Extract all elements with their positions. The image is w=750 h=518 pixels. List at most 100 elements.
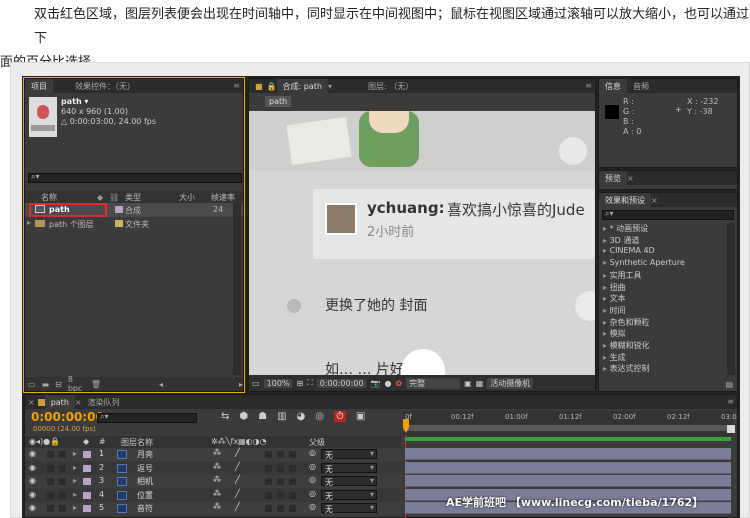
comp-breadcrumb[interactable]: path	[265, 96, 292, 107]
header-type[interactable]: 类型	[125, 192, 141, 203]
tab-audio[interactable]: 音频	[627, 79, 655, 93]
bpc-label[interactable]: 8 bpc	[68, 375, 85, 393]
project-item-path[interactable]: path 合成 24	[25, 203, 243, 217]
expand-arrow-icon[interactable]: ▸	[73, 490, 77, 499]
motion-blur-icon[interactable]: ◕	[297, 411, 306, 422]
hide-shy-icon[interactable]: ☗	[258, 411, 267, 422]
layer-duration-bar[interactable]	[405, 461, 731, 474]
comp-button-icon[interactable]	[727, 425, 735, 433]
solo-box[interactable]	[47, 505, 54, 512]
switch-box[interactable]	[265, 505, 272, 512]
effects-category-item[interactable]: ▸ 文本	[603, 293, 626, 304]
always-preview-icon[interactable]: ▭	[252, 379, 260, 388]
layer-row[interactable]: ◉ ▸ 1 月亮 ⁂ ╱ ◎ 无 ▾	[25, 448, 401, 461]
time-ruler[interactable]: 0f 00:12f 01:00f 01:12f 02:00f 02:12f 03:0	[403, 411, 737, 437]
close-icon[interactable]: ×	[627, 174, 634, 183]
layer-duration-bar[interactable]	[405, 448, 731, 460]
effects-category-item[interactable]: ▸ 生成	[603, 352, 626, 363]
trash-icon[interactable]: 🗑	[91, 380, 101, 389]
layer-row[interactable]: ◉ ▸ 2 返号 ⁂ ╱ ◎ 无 ▾	[25, 461, 401, 475]
quality-switch-icon[interactable]: ╱	[235, 448, 240, 457]
switch-box[interactable]	[289, 451, 296, 458]
work-area-bar[interactable]	[403, 425, 733, 431]
lock-box[interactable]	[59, 505, 66, 512]
grid-icon[interactable]: ⊞	[296, 379, 303, 388]
expand-arrow-icon[interactable]: ▸	[73, 449, 77, 458]
expand-arrow-icon[interactable]: ▸	[73, 503, 77, 512]
switch-box[interactable]	[277, 491, 284, 499]
tab-path[interactable]: path	[44, 395, 75, 409]
switch-box[interactable]	[289, 464, 296, 472]
color-channel-icon[interactable]: ✿	[395, 379, 402, 388]
scroll-right-icon[interactable]: ▸	[239, 380, 243, 389]
tab-composition[interactable]: 合成: path	[276, 79, 328, 93]
show-snapshot-icon[interactable]: ●	[384, 379, 391, 388]
new-folder-icon[interactable]: ▬	[42, 380, 50, 389]
effects-category-item[interactable]: ▸ Synthetic Aperture	[603, 258, 685, 269]
layer-label-swatch[interactable]	[83, 491, 91, 499]
panel-menu-icon[interactable]: ≡	[233, 81, 240, 90]
quality-switch-icon[interactable]: ╱	[235, 489, 240, 498]
panel-menu-icon[interactable]: ≡	[585, 81, 592, 90]
layer-label-swatch[interactable]	[83, 464, 91, 472]
pick-whip-icon[interactable]: ◎	[309, 489, 316, 498]
switch-box[interactable]	[277, 478, 284, 485]
visibility-eye-icon[interactable]: ◉	[29, 449, 36, 458]
layer-duration-bar[interactable]	[405, 475, 731, 487]
switch-box[interactable]	[265, 451, 272, 458]
layer-name-header[interactable]: 图层名称	[121, 437, 153, 448]
effects-footer-icon[interactable]: ▤	[725, 380, 733, 389]
effects-category-item[interactable]: ▸ 模拟	[603, 328, 626, 339]
effects-category-item[interactable]: ▸ CINEMA 4D	[603, 246, 655, 257]
header-fps[interactable]: 帧速率	[211, 192, 235, 203]
region-icon[interactable]: ▣	[464, 379, 472, 388]
switch-box[interactable]	[265, 491, 272, 499]
comp-name[interactable]: path ▾	[61, 97, 88, 106]
effects-category-item[interactable]: ▸ 时间	[603, 305, 626, 316]
solo-box[interactable]	[47, 478, 54, 485]
parent-select[interactable]: 无 ▾	[321, 462, 377, 474]
lock-box[interactable]	[59, 451, 66, 458]
timecode-display[interactable]: 0:00:00:00	[316, 378, 367, 388]
parent-select[interactable]: 无 ▾	[321, 489, 377, 501]
resolution-select[interactable]: 完整	[406, 377, 461, 389]
quality-switch-icon[interactable]: ╱	[235, 462, 240, 471]
comp-mini-flowchart-icon[interactable]: ⇆	[221, 411, 229, 422]
tab-effects-presets[interactable]: 效果和预设	[599, 193, 651, 207]
frame-blending-icon[interactable]: ▥	[277, 411, 286, 422]
layer-label-swatch[interactable]	[83, 478, 91, 485]
solo-box[interactable]	[47, 451, 54, 458]
tab-layer[interactable]: 图层: （无）	[362, 79, 419, 93]
new-comp-icon[interactable]: ⊟	[55, 380, 62, 389]
project-search-input[interactable]: ⌕▾	[28, 172, 242, 183]
close-icon[interactable]: ×	[651, 196, 658, 205]
safe-zones-icon[interactable]: ⛶	[307, 378, 313, 388]
lock-box[interactable]	[59, 464, 66, 472]
expand-arrow-icon[interactable]: ▸	[27, 218, 31, 227]
layer-name[interactable]: 相机	[137, 476, 153, 487]
snapshot-icon[interactable]: 📷	[370, 379, 380, 388]
tab-info[interactable]: 信息	[599, 79, 627, 93]
tab-project[interactable]: 项目	[25, 79, 53, 93]
visibility-eye-icon[interactable]: ◉	[29, 503, 36, 512]
layer-label-swatch[interactable]	[83, 505, 91, 512]
pick-whip-icon[interactable]: ◎	[309, 502, 316, 511]
layer-name[interactable]: 返号	[137, 463, 153, 474]
visibility-eye-icon[interactable]: ◉	[29, 490, 36, 499]
parent-select[interactable]: 无 ▾	[321, 476, 377, 487]
solo-box[interactable]	[47, 491, 54, 499]
shy-switch-icon[interactable]: ⁂	[213, 489, 221, 498]
pick-whip-icon[interactable]: ◎	[309, 475, 316, 484]
lock-box[interactable]	[59, 478, 66, 485]
project-item-folder[interactable]: ▸ path 个图层 文件夹	[25, 218, 243, 230]
shy-switch-icon[interactable]: ⁂	[213, 462, 221, 471]
shy-switch-icon[interactable]: ⁂	[213, 502, 221, 511]
parent-select[interactable]: 无 ▾	[321, 503, 377, 514]
close-icon[interactable]: ×	[28, 398, 35, 407]
visibility-eye-icon[interactable]: ◉	[29, 476, 36, 485]
header-size[interactable]: 大小	[179, 192, 195, 203]
transparency-grid-icon[interactable]: ▦	[476, 379, 484, 388]
parent-header[interactable]: 父级	[309, 437, 325, 448]
panel-menu-icon[interactable]: ≡	[727, 397, 734, 406]
zoom-select[interactable]: 100%	[263, 378, 293, 388]
